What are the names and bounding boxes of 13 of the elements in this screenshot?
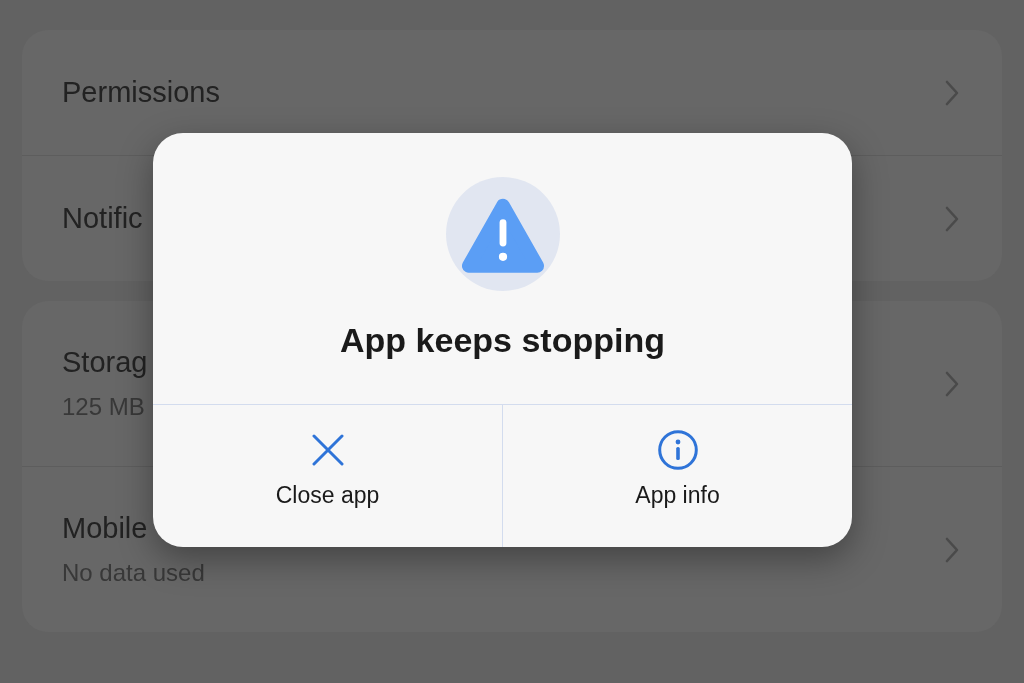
close-button[interactable]: Close app bbox=[153, 405, 502, 547]
chevron-right-icon bbox=[944, 79, 960, 106]
chevron-right-icon bbox=[944, 205, 960, 232]
setting-title[interactable]: Permissions bbox=[62, 76, 220, 109]
chevron-right-icon bbox=[944, 370, 960, 397]
warning-icon bbox=[445, 177, 560, 291]
close-icon bbox=[311, 433, 344, 466]
info-button[interactable]: App info bbox=[502, 405, 852, 547]
setting-title[interactable]: Notific bbox=[62, 202, 143, 235]
info-icon bbox=[657, 429, 698, 470]
dialog-title: App keeps stopping bbox=[340, 321, 665, 360]
chevron-right-icon bbox=[944, 536, 960, 563]
setting-title[interactable]: Storag bbox=[62, 346, 148, 379]
